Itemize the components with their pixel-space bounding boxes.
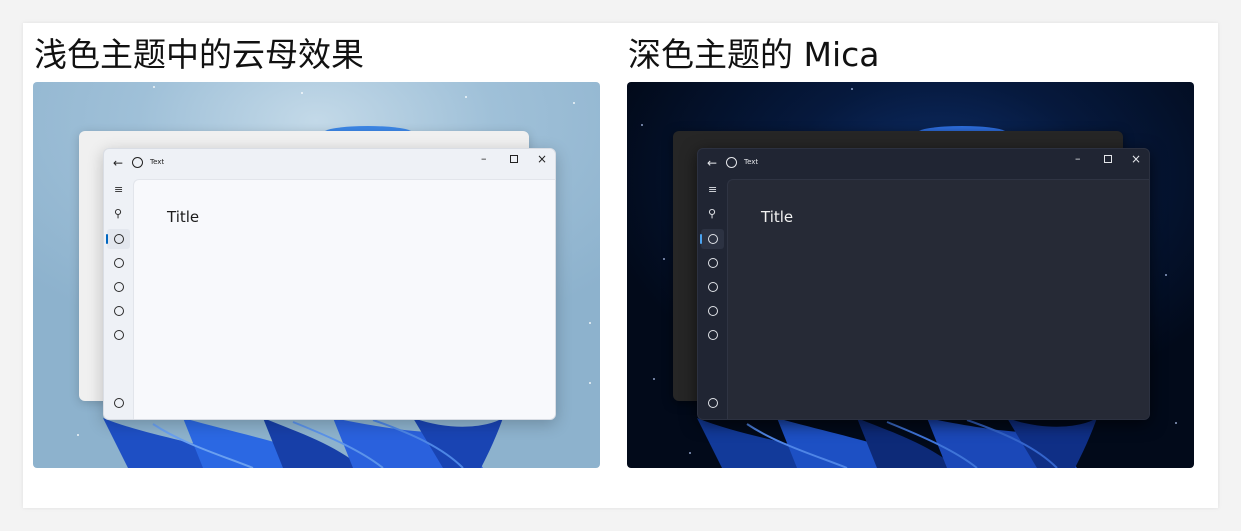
nav-item-2[interactable] bbox=[107, 253, 130, 273]
nav-search-button[interactable]: ⚲ bbox=[107, 205, 130, 225]
hamburger-menu-icon: ≡ bbox=[114, 183, 124, 196]
circle-icon bbox=[114, 398, 124, 408]
sparkle bbox=[589, 382, 591, 384]
circle-icon bbox=[708, 330, 718, 340]
sparkle bbox=[1175, 422, 1177, 424]
selection-indicator bbox=[700, 234, 702, 244]
maximize-icon[interactable] bbox=[510, 155, 518, 163]
sparkle bbox=[663, 258, 665, 260]
nav-search-button[interactable]: ⚲ bbox=[701, 205, 724, 225]
light-theme-panel: 浅色主题中的云母效果 ← Text – × ≡ ⚲ Title bbox=[33, 23, 600, 468]
nav-item-5[interactable] bbox=[701, 325, 724, 345]
close-icon[interactable]: × bbox=[1131, 152, 1141, 166]
title-bar[interactable]: ← Text – × bbox=[104, 149, 555, 179]
maximize-icon[interactable] bbox=[1104, 155, 1112, 163]
close-icon[interactable]: × bbox=[537, 152, 547, 166]
circle-icon bbox=[708, 258, 718, 268]
window-title: Text bbox=[744, 158, 759, 166]
sparkle bbox=[589, 322, 591, 324]
circle-icon bbox=[708, 306, 718, 316]
nav-rail: ≡ ⚲ bbox=[104, 179, 133, 419]
sparkle bbox=[465, 96, 467, 98]
nav-item-2[interactable] bbox=[701, 253, 724, 273]
nav-item-4[interactable] bbox=[107, 301, 130, 321]
wallpaper-scene: ← Text – × ≡ ⚲ Title bbox=[33, 82, 600, 468]
circle-icon bbox=[708, 234, 718, 244]
app-circle-icon bbox=[726, 157, 737, 168]
panel-heading: 浅色主题中的云母效果 bbox=[34, 35, 364, 74]
nav-item-1[interactable] bbox=[106, 229, 130, 249]
nav-item-4[interactable] bbox=[701, 301, 724, 321]
circle-icon bbox=[114, 282, 124, 292]
minimize-icon[interactable]: – bbox=[481, 152, 487, 166]
sparkle bbox=[1165, 274, 1167, 276]
app-window[interactable]: ← Text – × ≡ ⚲ Title bbox=[697, 148, 1150, 420]
content-area: Title bbox=[727, 179, 1149, 419]
sparkle bbox=[689, 452, 691, 454]
circle-icon bbox=[114, 330, 124, 340]
circle-icon bbox=[708, 282, 718, 292]
comparison-card: 浅色主题中的云母效果 ← Text – × ≡ ⚲ Title 深色主题的 Mi… bbox=[23, 23, 1218, 508]
nav-footer-item[interactable] bbox=[701, 393, 724, 413]
wallpaper-scene: ← Text – × ≡ ⚲ Title bbox=[627, 82, 1194, 468]
circle-icon bbox=[114, 258, 124, 268]
window-title: Text bbox=[150, 158, 165, 166]
nav-footer-item[interactable] bbox=[107, 393, 130, 413]
title-bar[interactable]: ← Text – × bbox=[698, 149, 1149, 179]
panel-heading: 深色主题的 Mica bbox=[628, 35, 880, 74]
nav-menu-button[interactable]: ≡ bbox=[107, 181, 130, 201]
search-icon: ⚲ bbox=[114, 207, 123, 220]
nav-menu-button[interactable]: ≡ bbox=[701, 181, 724, 201]
selection-indicator bbox=[106, 234, 108, 244]
nav-item-1[interactable] bbox=[700, 229, 724, 249]
content-title: Title bbox=[167, 208, 200, 226]
nav-item-3[interactable] bbox=[107, 277, 130, 297]
sparkle bbox=[77, 434, 79, 436]
nav-item-5[interactable] bbox=[107, 325, 130, 345]
hamburger-menu-icon: ≡ bbox=[708, 183, 718, 196]
sparkle bbox=[573, 102, 575, 104]
app-window[interactable]: ← Text – × ≡ ⚲ Title bbox=[103, 148, 556, 420]
minimize-icon[interactable]: – bbox=[1075, 152, 1081, 166]
sparkle bbox=[153, 86, 155, 88]
circle-icon bbox=[708, 398, 718, 408]
back-arrow-icon[interactable]: ← bbox=[707, 155, 717, 171]
sparkle bbox=[641, 124, 643, 126]
sparkle bbox=[301, 92, 303, 94]
content-title: Title bbox=[761, 208, 794, 226]
sparkle bbox=[653, 378, 655, 380]
nav-rail: ≡ ⚲ bbox=[698, 179, 727, 419]
search-icon: ⚲ bbox=[708, 207, 717, 220]
back-arrow-icon[interactable]: ← bbox=[113, 155, 123, 171]
circle-icon bbox=[114, 234, 124, 244]
content-area: Title bbox=[133, 179, 555, 419]
nav-item-3[interactable] bbox=[701, 277, 724, 297]
app-circle-icon bbox=[132, 157, 143, 168]
sparkle bbox=[851, 88, 853, 90]
circle-icon bbox=[114, 306, 124, 316]
dark-theme-panel: 深色主题的 Mica ← Text – × ≡ ⚲ Title bbox=[627, 23, 1194, 468]
